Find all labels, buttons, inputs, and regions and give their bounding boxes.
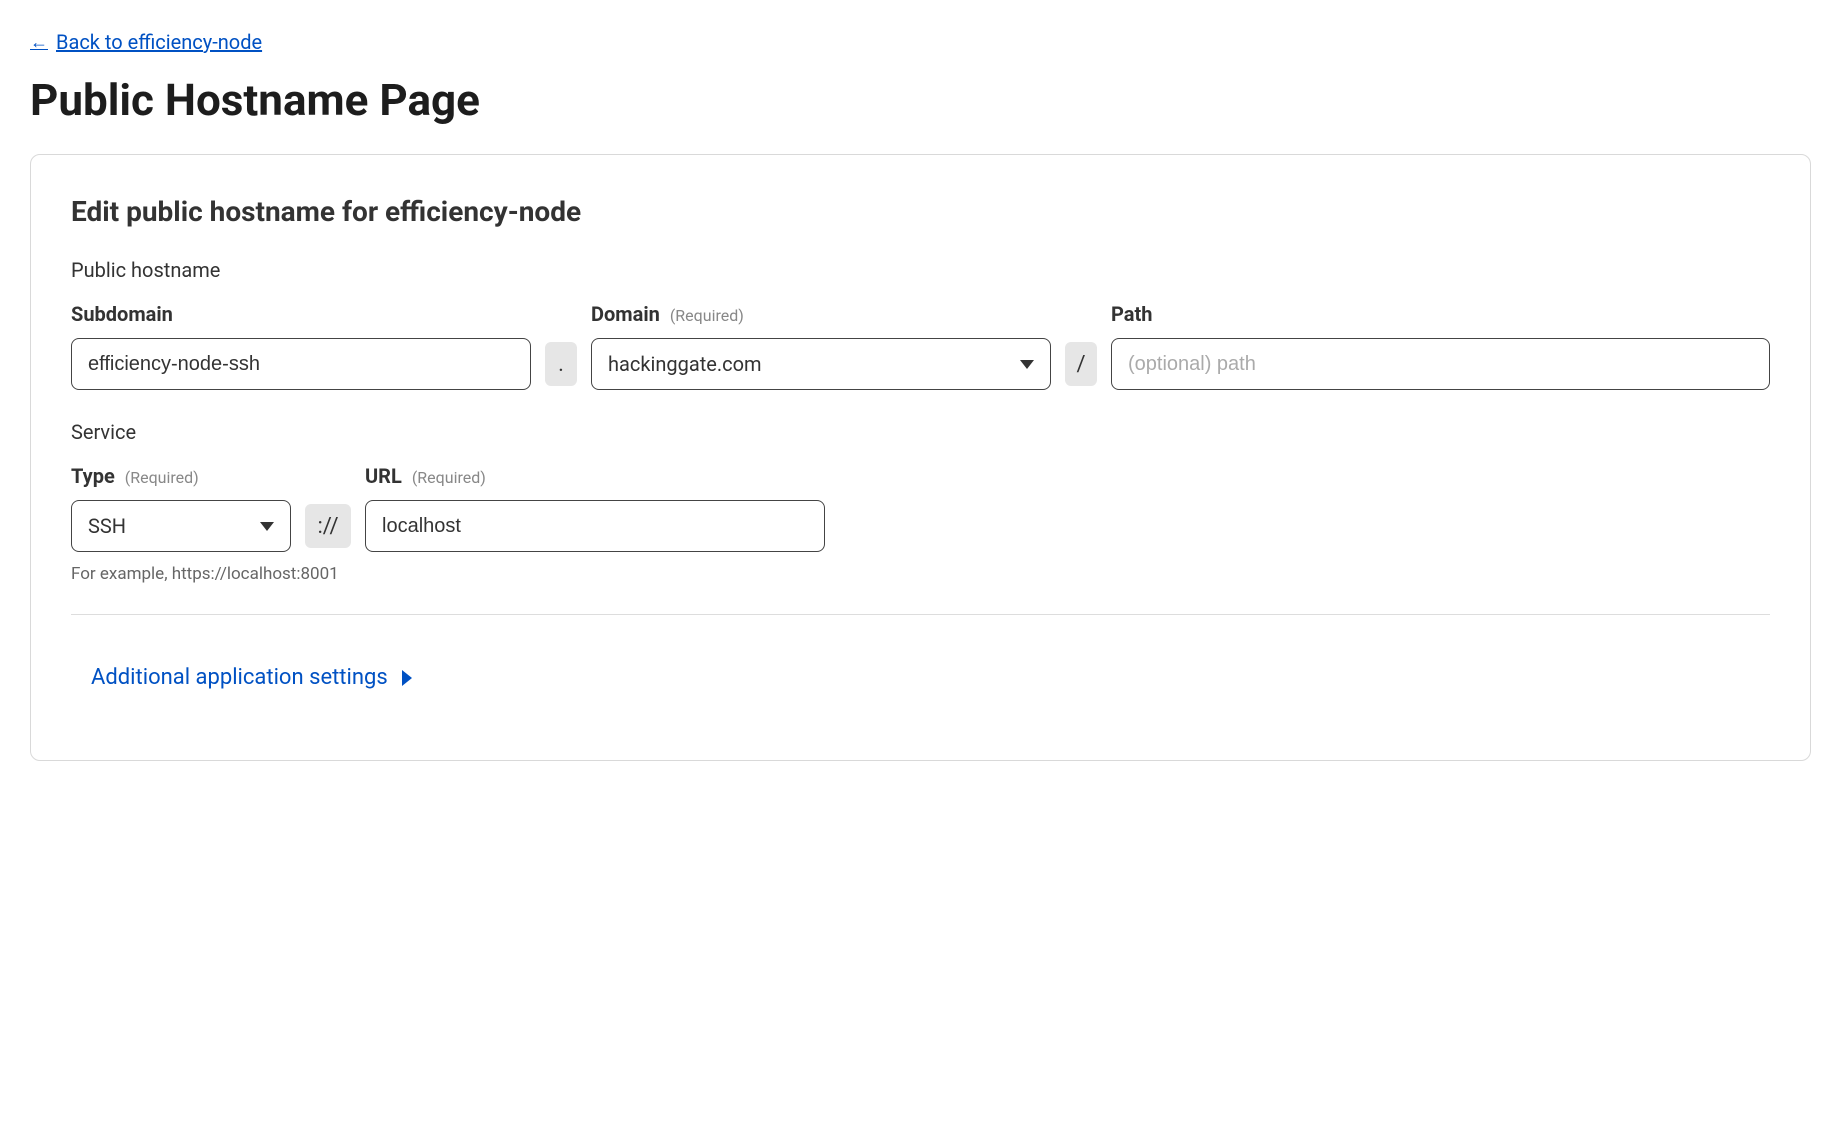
additional-settings-label: Additional application settings	[91, 665, 388, 690]
type-select-value: SSH	[88, 514, 126, 538]
type-label: Type (Required)	[71, 464, 291, 488]
subdomain-label: Subdomain	[71, 302, 531, 326]
domain-label: Domain (Required)	[591, 302, 1051, 326]
page-title: Public Hostname Page	[30, 74, 1811, 126]
type-field-group: Type (Required) SSH	[71, 464, 291, 552]
additional-settings-toggle[interactable]: Additional application settings	[91, 665, 412, 690]
url-input[interactable]	[365, 500, 825, 552]
type-label-text: Type	[71, 464, 115, 488]
url-label-text: URL	[365, 464, 402, 488]
service-row: Type (Required) SSH :// URL (Required)	[71, 464, 1770, 552]
hostname-row: Subdomain . Domain (Required) hackinggat…	[71, 302, 1770, 390]
path-label: Path	[1111, 302, 1770, 326]
subdomain-input[interactable]	[71, 338, 531, 390]
type-select[interactable]: SSH	[71, 500, 291, 552]
service-example-text: For example, https://localhost:8001	[71, 564, 1770, 584]
domain-required-tag: (Required)	[670, 306, 744, 325]
subdomain-field-group: Subdomain	[71, 302, 531, 390]
caret-right-icon	[402, 670, 412, 686]
divider	[71, 614, 1770, 615]
domain-select[interactable]: hackinggate.com	[591, 338, 1051, 390]
dot-separator: .	[545, 342, 577, 386]
path-input[interactable]	[1111, 338, 1770, 390]
url-label: URL (Required)	[365, 464, 825, 488]
domain-label-text: Domain	[591, 302, 660, 326]
public-hostname-section-label: Public hostname	[71, 258, 1770, 282]
form-card: Edit public hostname for efficiency-node…	[30, 154, 1811, 761]
slash-separator: /	[1065, 342, 1097, 386]
scheme-separator: ://	[305, 504, 351, 548]
path-field-group: Path	[1111, 302, 1770, 390]
type-required-tag: (Required)	[125, 468, 199, 487]
arrow-left-icon: ←	[30, 32, 48, 53]
back-link-label: Back to efficiency-node	[56, 30, 262, 54]
domain-select-value: hackinggate.com	[608, 352, 762, 376]
url-required-tag: (Required)	[412, 468, 486, 487]
caret-down-icon	[1020, 360, 1034, 369]
domain-field-group: Domain (Required) hackinggate.com	[591, 302, 1051, 390]
back-link[interactable]: ← Back to efficiency-node	[30, 30, 262, 54]
caret-down-icon	[260, 522, 274, 531]
url-field-group: URL (Required)	[365, 464, 825, 552]
panel-title: Edit public hostname for efficiency-node	[71, 195, 1770, 228]
service-section-label: Service	[71, 420, 1770, 444]
